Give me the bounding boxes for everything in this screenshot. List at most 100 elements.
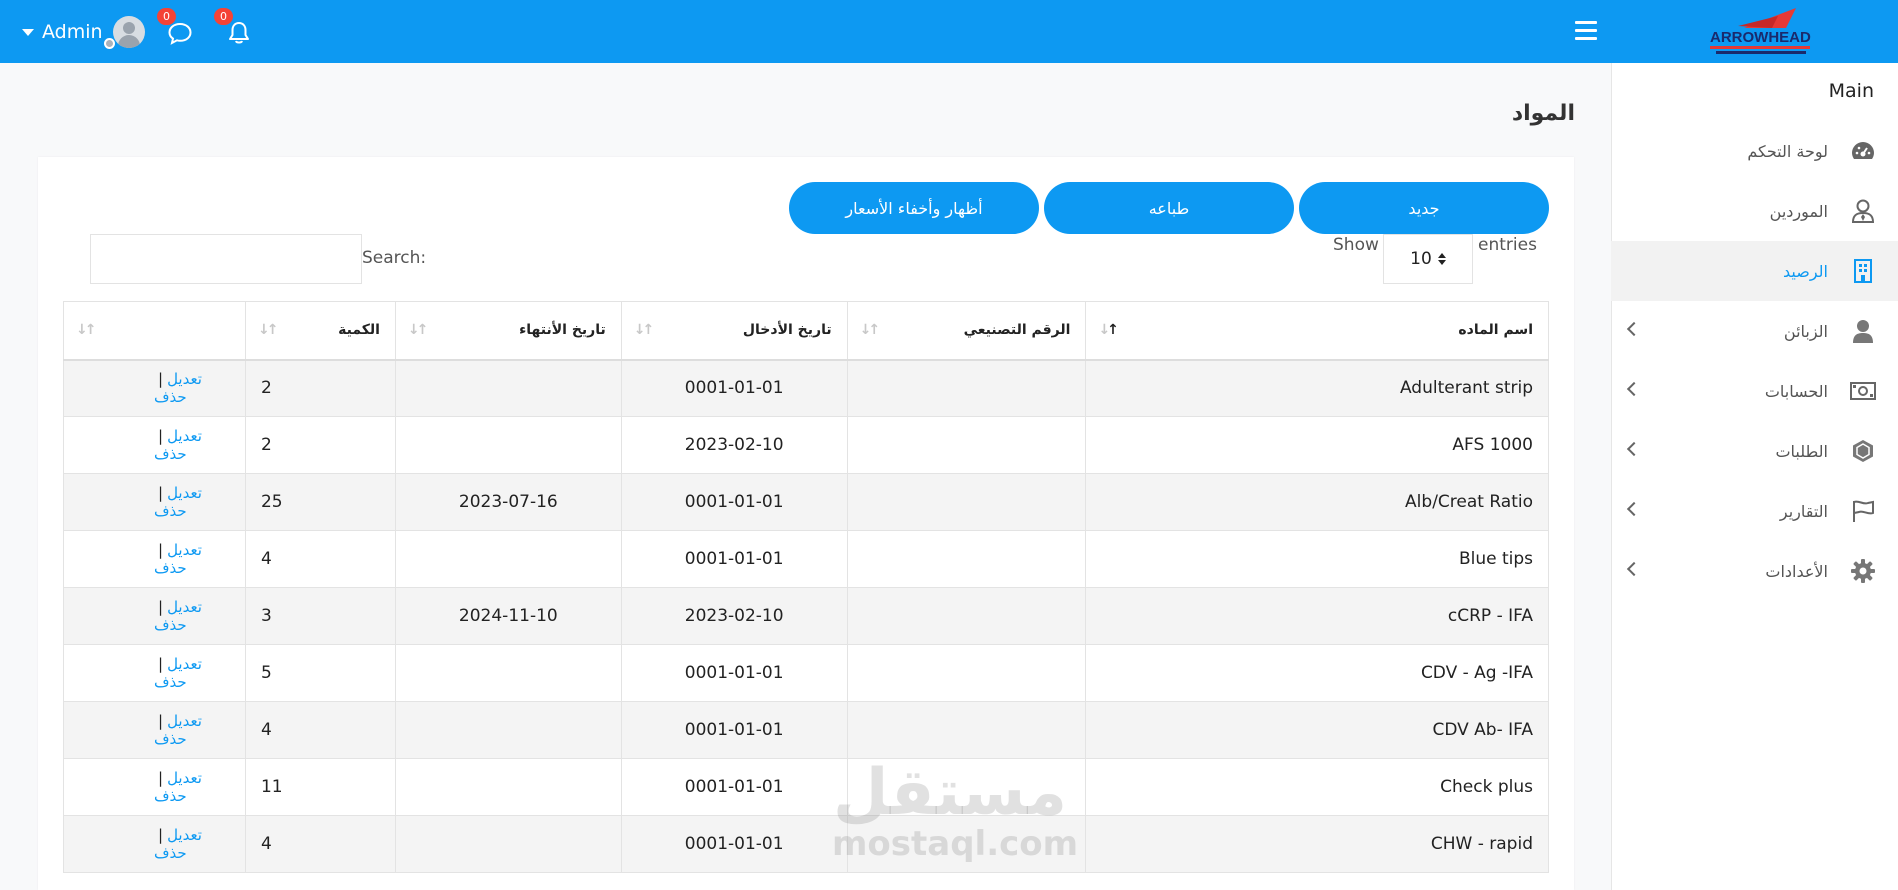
sidebar-item-label: الموردين [1769,201,1828,221]
cell-expiry-date [394,815,622,873]
cell-actions: تعديل|حذف [63,758,246,816]
edit-link[interactable]: تعديل [167,769,202,787]
cell-actions: تعديل|حذف [63,473,246,531]
cell-material-name: CDV - Ag -IFA [1085,644,1549,702]
delete-link[interactable]: حذف [154,730,187,748]
column-header-quantity[interactable]: الكمية ↑↓ [244,301,396,361]
gear-icon [1850,558,1876,584]
print-button[interactable]: طباعه [1044,182,1294,234]
cell-actions: تعديل|حذف [63,701,246,759]
avatar[interactable] [112,16,145,48]
bell-icon[interactable] [226,20,252,46]
column-header-actions[interactable]: ↑↓ [63,301,246,361]
sidebar-item-accounts[interactable]: الحسابات [1611,361,1898,421]
cell-quantity: 2 [244,359,396,417]
delete-link[interactable]: حذف [154,616,187,634]
materials-table: اسم الماده ↑↓ الرقم التصنيعي ↑↓ تاريخ الأد… [63,301,1549,873]
cell-entry-date: 0001-01-01 [620,530,848,588]
sidebar-item-suppliers[interactable]: الموردين [1611,181,1898,241]
separator: | [158,655,164,673]
separator: | [158,370,164,389]
cell-expiry-date: 2023-07-16 [394,473,622,531]
edit-link[interactable]: تعديل [167,655,202,673]
chevron-left-icon [1626,561,1642,577]
sort-icon: ↑↓ [257,322,279,338]
sidebar-item-customers[interactable]: الزبائن [1611,301,1898,361]
edit-link[interactable]: تعديل [167,427,202,445]
delete-link[interactable]: حذف [154,445,187,463]
search-input[interactable] [90,234,362,284]
table-row: cCRP - IFA 2023-02-10 2024-11-10 3 تعديل|حذف [63,587,1549,645]
new-button[interactable]: جديد [1299,182,1549,234]
edit-link[interactable]: تعديل [167,370,202,388]
delete-link[interactable]: حذف [154,844,187,862]
caret-down-icon [22,28,34,36]
cell-material-name: AFS 1000 [1085,416,1549,474]
watermark-arabic: مستقل [832,756,1068,830]
cell-expiry-date: 2024-11-10 [394,587,622,645]
cell-quantity: 25 [244,473,396,531]
table-row: Check plus 0001-01-01 11 تعديل|حذف [63,758,1549,816]
edit-link[interactable]: تعديل [167,826,202,844]
delete-link[interactable]: حذف [154,787,187,805]
cell-quantity: 11 [244,758,396,816]
edit-link[interactable]: تعديل [167,484,202,502]
cell-entry-date: 0001-01-01 [620,701,848,759]
cell-entry-date: 0001-01-01 [620,644,848,702]
chevron-left-icon [1626,501,1642,517]
cell-expiry-date [394,530,622,588]
sidebar-item-orders[interactable]: الطلبات [1611,421,1898,481]
separator: | [158,541,164,559]
edit-link[interactable]: تعديل [167,541,202,559]
cell-serial-number [846,473,1087,531]
page-title: المواد [1511,101,1575,126]
separator: | [158,484,164,502]
separator: | [158,598,164,616]
money-bill-icon [1850,378,1876,404]
hexagon-box-icon [1850,438,1876,464]
show-label: Show [1333,235,1379,255]
delete-link[interactable]: حذف [154,559,187,577]
notifications-badge: 0 [214,8,233,25]
menu-toggle-icon[interactable] [1575,21,1597,41]
top-navbar: Admin 0 0 ARROWHEAD [0,0,1898,63]
chevron-left-icon [1626,321,1642,337]
messages-badge: 0 [157,8,176,25]
toggle-prices-button[interactable]: أظهار وأخفاء الأسعار [789,182,1039,234]
table-row: AFS 1000 2023-02-10 2 تعديل|حذف [63,416,1549,474]
select-arrows-icon [1437,253,1446,265]
column-header-expiry-date[interactable]: تاريخ الأنتهاء ↑↓ [394,301,622,361]
cell-entry-date: 0001-01-01 [620,758,848,816]
delete-link[interactable]: حذف [154,502,187,520]
page-length-select[interactable]: 10 [1383,234,1473,284]
watermark: مستقل mostaql.com [832,756,1078,862]
page-length-value: 10 [1410,249,1432,269]
sidebar: Main لوحة التحكم الموردين الرصيد الزبائن… [1611,63,1898,890]
user-menu[interactable]: Admin [22,12,145,52]
cell-entry-date: 2023-02-10 [620,587,848,645]
sidebar-item-dashboard[interactable]: لوحة التحكم [1611,121,1898,181]
sort-icon: ↑↓ [859,322,881,338]
cell-actions: تعديل|حذف [63,587,246,645]
column-header-name[interactable]: اسم الماده ↑↓ [1085,301,1549,361]
cell-quantity: 5 [244,644,396,702]
sidebar-item-balance[interactable]: الرصيد [1611,241,1898,301]
separator: | [158,712,164,730]
user-tie-icon [1850,198,1876,224]
entries-label: entries [1478,235,1537,255]
sidebar-item-reports[interactable]: التقارير [1611,481,1898,541]
edit-link[interactable]: تعديل [167,598,202,616]
edit-link[interactable]: تعديل [167,712,202,730]
sort-icon: ↑↓ [1098,322,1118,338]
delete-link[interactable]: حذف [154,673,187,691]
cell-serial-number [846,530,1087,588]
column-header-entry-date[interactable]: تاريخ الأدخال ↑↓ [620,301,848,361]
separator: | [158,769,164,787]
cell-serial-number [846,359,1087,417]
cell-material-name: Alb/Creat Ratio [1085,473,1549,531]
status-dot [104,38,115,49]
column-header-serial[interactable]: الرقم التصنيعي ↑↓ [846,301,1087,361]
delete-link[interactable]: حذف [154,388,187,406]
cell-material-name: cCRP - IFA [1085,587,1549,645]
sidebar-item-settings[interactable]: الأعدادات [1611,541,1898,601]
